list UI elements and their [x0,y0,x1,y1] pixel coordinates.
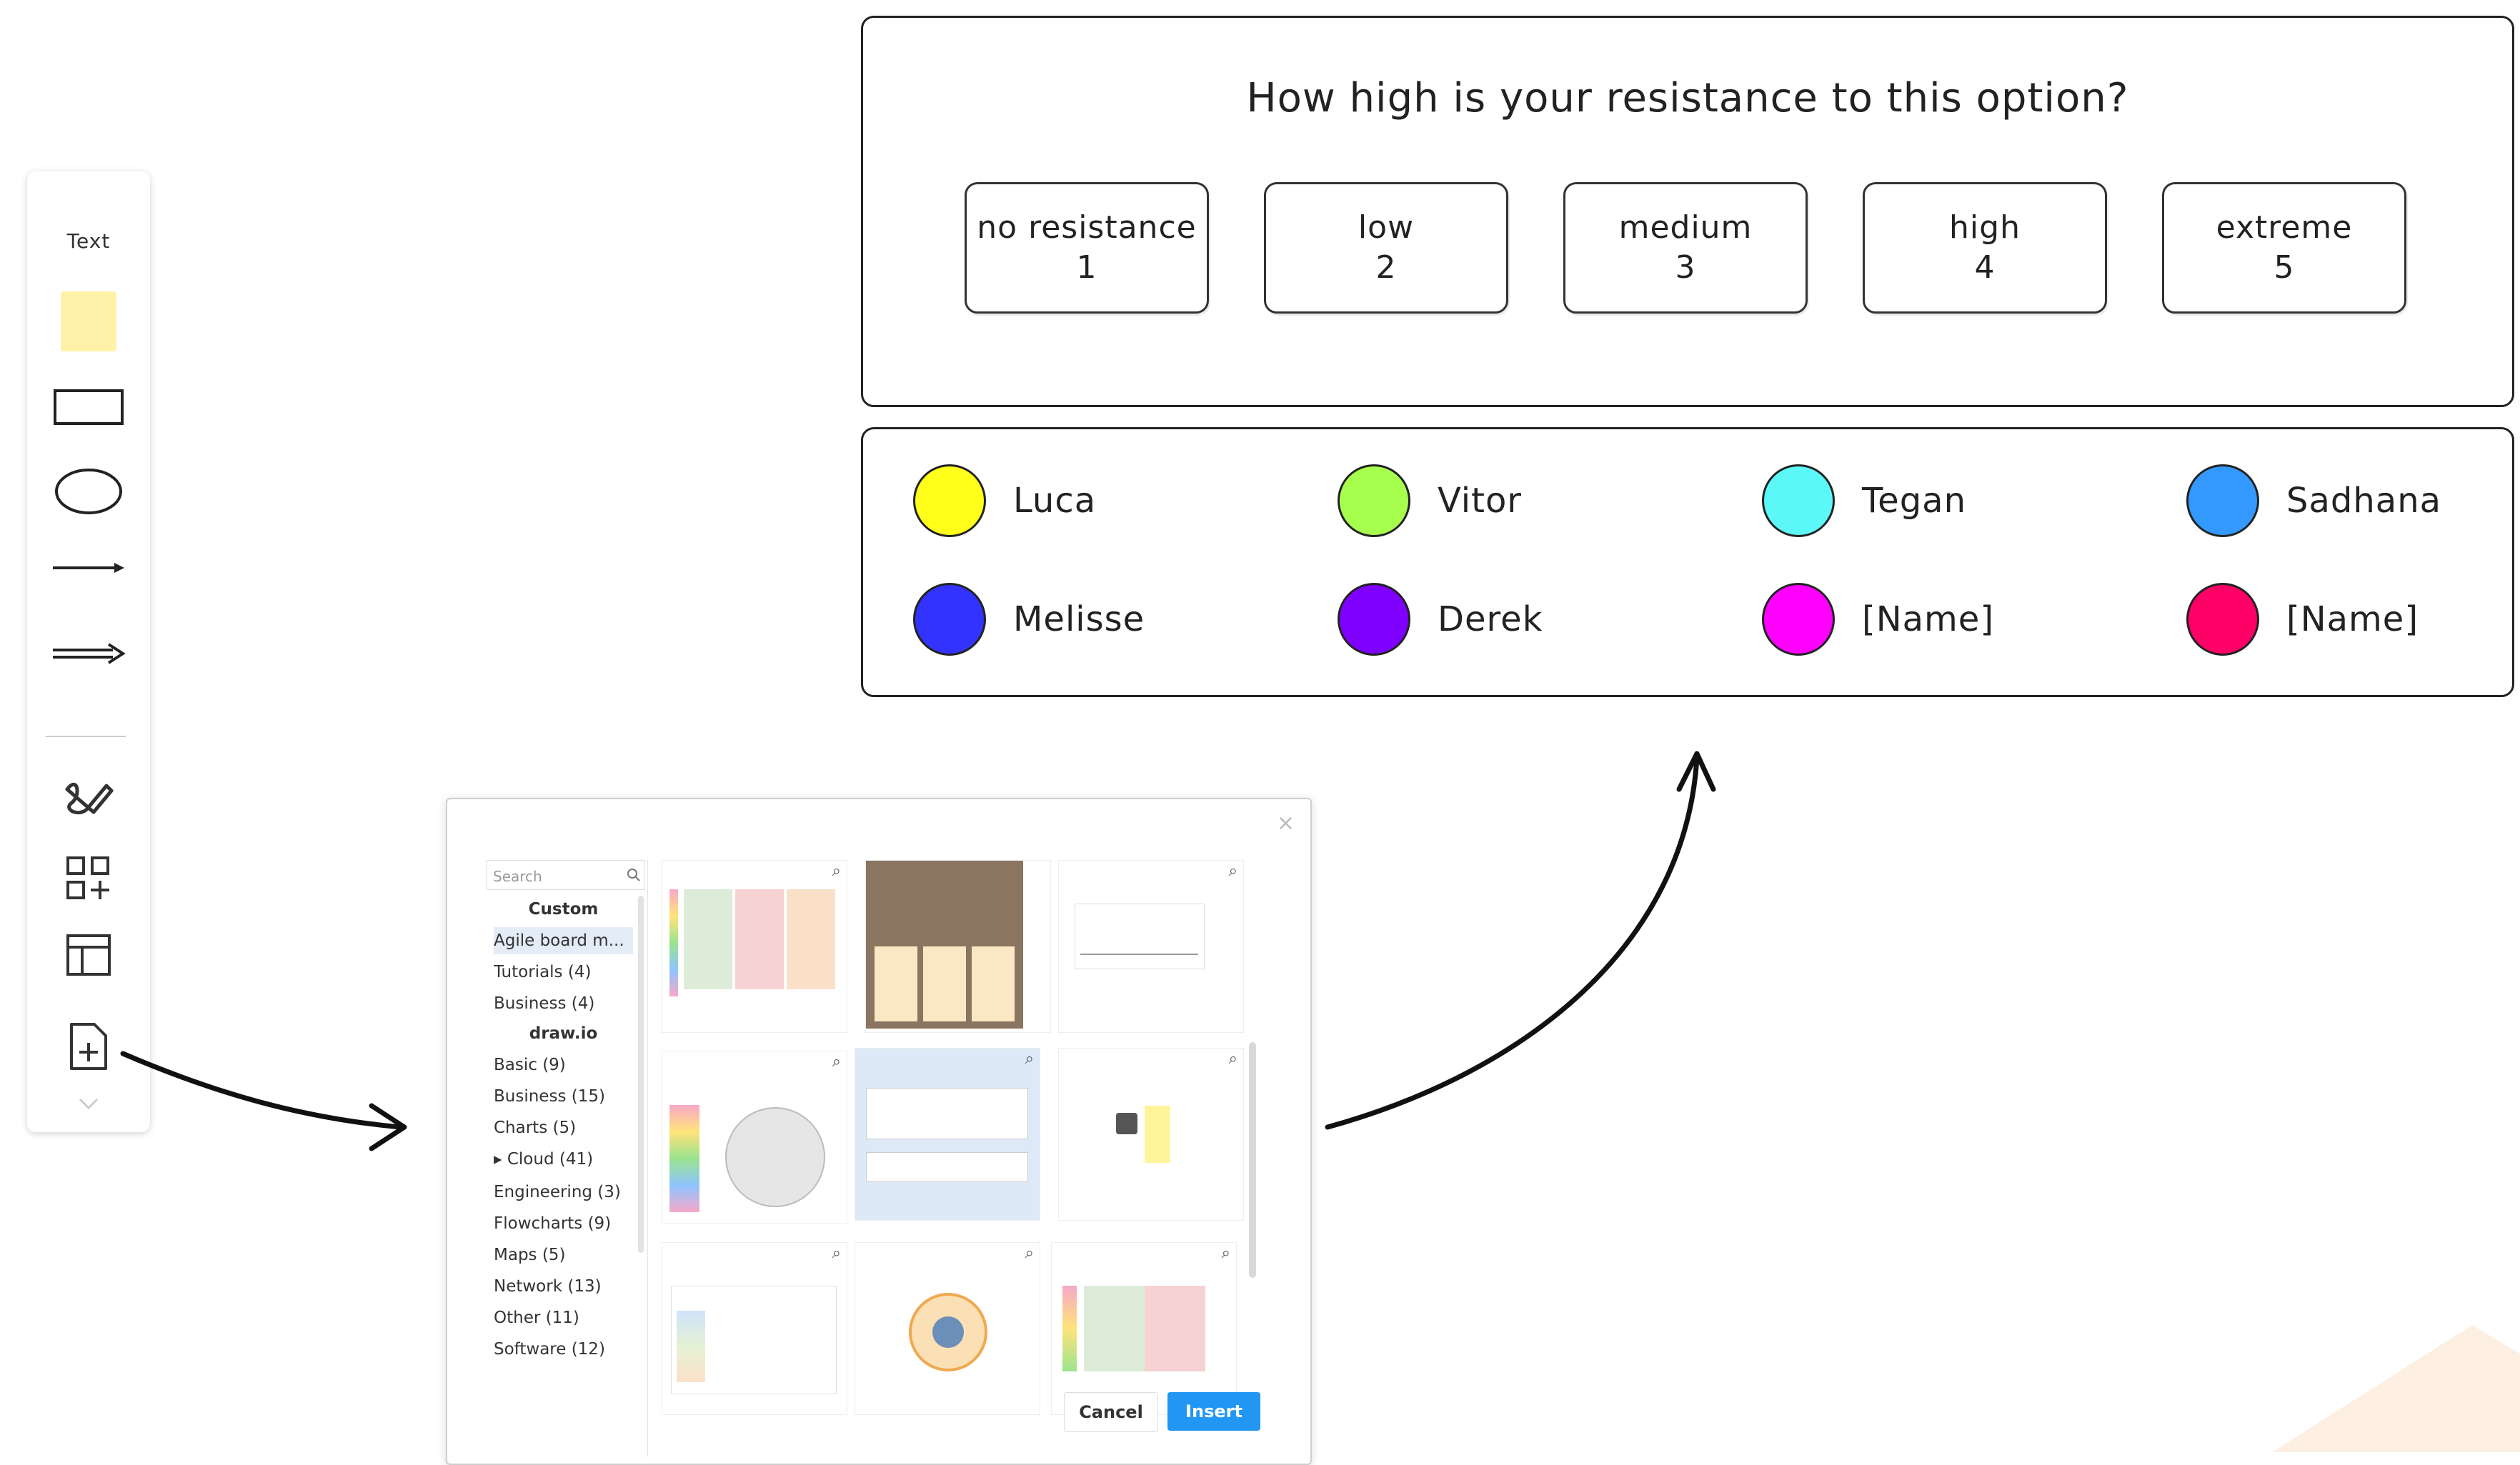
category-item[interactable]: Network (13) [494,1273,633,1300]
search-icon[interactable] [626,867,642,883]
thumbnail-preview [669,1105,699,1212]
thumbnail-preview [923,946,966,1021]
thumbnail-preview [1075,904,1205,969]
thumbnail-preview [866,1088,1028,1139]
template-thumbnail[interactable]: ⌕ [662,860,847,1033]
thumbnail-preview [1116,1113,1137,1134]
thumbnail-preview [972,946,1015,1021]
category-item[interactable]: ▸ Cloud (41) [494,1146,633,1173]
template-thumbnail[interactable]: ⌕ [855,1048,1040,1221]
category-header: Custom [528,900,599,919]
thumbnail-preview [1084,1286,1205,1371]
thumbnail-preview [1080,954,1198,955]
toolbar-to-dialog-arrow [120,1051,403,1130]
template-thumbnail[interactable]: ⌕ [662,1051,847,1224]
template-dialog: × Search Custom Agile board m... Tutoria… [446,798,1312,1465]
template-thumbnail[interactable]: ⌕ [1051,1242,1237,1415]
zoom-icon[interactable]: ⌕ [832,1053,841,1071]
category-item[interactable]: Charts (5) [494,1114,633,1141]
thumbnail-preview [669,889,678,996]
category-scrollbar[interactable] [638,896,644,1253]
category-item[interactable]: Maps (5) [494,1241,633,1269]
insert-button[interactable]: Insert [1167,1392,1260,1431]
decorative-shape [2272,1325,2520,1452]
zoom-icon[interactable]: ⌕ [1229,862,1237,880]
category-item[interactable]: Business (15) [494,1083,633,1110]
zoom-icon[interactable]: ⌕ [832,862,841,880]
thumbnail-preview [787,889,835,989]
search-input[interactable]: Search [487,860,645,890]
template-thumbnail[interactable] [865,860,1051,1033]
close-icon[interactable]: × [1277,811,1295,836]
thumbnail-preview [684,889,732,989]
category-item[interactable]: Agile board m... [494,927,633,954]
category-item[interactable]: Business (4) [494,990,633,1017]
dialog-to-board-arrow [1325,754,1700,1130]
template-thumbnail[interactable]: ⌕ [855,1242,1040,1415]
category-item[interactable]: Engineering (3) [494,1179,633,1206]
category-header: draw.io [529,1024,598,1043]
category-item[interactable]: Software (12) [494,1336,633,1363]
category-item[interactable]: Basic (9) [494,1051,633,1079]
zoom-icon[interactable]: ⌕ [1025,1050,1034,1068]
template-thumbnail[interactable]: ⌕ [662,1242,847,1415]
thumbnail-preview [735,889,784,989]
templates-scrollbar[interactable] [1249,1042,1256,1278]
thumbnail-preview [677,1311,705,1382]
category-item[interactable]: Other (11) [494,1304,633,1331]
category-list: Search Custom Agile board m... Tutorials… [487,860,648,1456]
template-thumbnail[interactable]: ⌕ [1058,860,1244,1033]
zoom-icon[interactable]: ⌕ [1222,1244,1230,1262]
thumbnail-preview [725,1107,825,1207]
thumbnail-preview [875,946,917,1021]
cancel-button[interactable]: Cancel [1064,1392,1158,1432]
zoom-icon[interactable]: ⌕ [832,1244,841,1262]
category-item[interactable]: Tutorials (4) [494,959,633,986]
template-thumbnail[interactable]: ⌕ [1058,1048,1244,1221]
thumbnail-preview [1145,1106,1170,1163]
category-item[interactable]: Flowcharts (9) [494,1210,633,1237]
thumbnail-preview [932,1316,964,1348]
zoom-icon[interactable]: ⌕ [1229,1050,1237,1068]
thumbnail-preview [866,1152,1028,1182]
thumbnail-preview [1062,1286,1077,1371]
zoom-icon[interactable]: ⌕ [1025,1244,1034,1262]
